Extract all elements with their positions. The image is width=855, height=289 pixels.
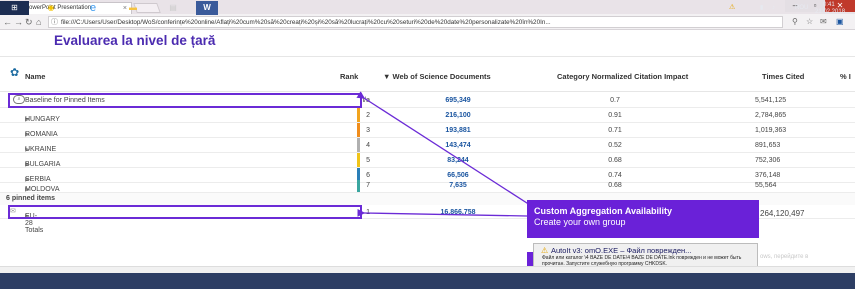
arrow-to-eu bbox=[357, 208, 528, 217]
folder-icon[interactable]: ▬ bbox=[122, 1, 144, 15]
clock-date[interactable]: 21.02.2018 bbox=[815, 9, 845, 15]
activation-watermark: ows, перейдите в bbox=[760, 254, 809, 260]
language-indicator[interactable]: ROU bbox=[795, 5, 808, 11]
arrow-to-baseline bbox=[356, 91, 531, 206]
app-icon[interactable]: ▤ bbox=[163, 1, 183, 15]
taskbar bbox=[0, 273, 855, 289]
ie-icon[interactable]: e bbox=[82, 1, 104, 15]
word-icon[interactable]: W bbox=[196, 1, 218, 15]
popup-title-wrap: ⚠ AutoIt v3: omO.EXE – Файл поврежден... bbox=[541, 246, 755, 255]
popup-title: AutoIt v3: omO.EXE – Файл поврежден... bbox=[551, 246, 692, 255]
custom-aggregation-callout: Custom Aggregation Availability Create y… bbox=[527, 200, 759, 238]
warning-icon: ⚠ bbox=[541, 246, 549, 255]
horizontal-scrollbar[interactable] bbox=[0, 266, 855, 273]
tray-network-icon[interactable]: ▮ bbox=[760, 5, 763, 11]
clock-time[interactable]: 0:41 bbox=[823, 2, 835, 8]
tray-volume-icon[interactable]: ♪ bbox=[772, 5, 775, 11]
callout-title: Custom Aggregation Availability bbox=[534, 206, 673, 216]
callout-subtitle: Create your own group bbox=[534, 217, 626, 227]
windows-start-icon[interactable]: ⊞ bbox=[0, 1, 29, 15]
tray-warning-icon[interactable]: ⚠ bbox=[729, 4, 735, 11]
chrome-icon[interactable]: ◉ bbox=[40, 1, 62, 15]
